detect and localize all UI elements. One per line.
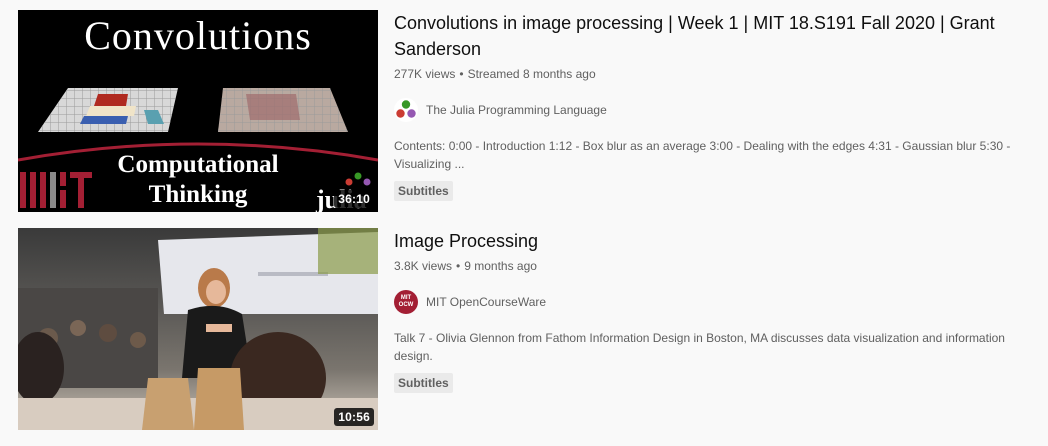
upload-age: 9 months ago xyxy=(464,259,537,273)
video-thumbnail[interactable]: Convolutions Computational Thinking 36:1… xyxy=(18,10,378,212)
channel-name: The Julia Programming Language xyxy=(426,103,607,117)
meta-separator: • xyxy=(459,67,464,81)
video-title-link[interactable]: Image Processing xyxy=(394,228,1048,254)
upload-age: Streamed 8 months ago xyxy=(467,67,596,81)
meta-separator: • xyxy=(456,259,461,273)
subtitles-badge: Subtitles xyxy=(394,373,453,393)
channel-link[interactable]: MIT OCW MIT OpenCourseWare xyxy=(394,290,1048,314)
channel-name: MIT OpenCourseWare xyxy=(426,295,547,309)
video-meta: 3.8K views • 9 months ago xyxy=(394,257,1048,275)
video-description: Contents: 0:00 - Introduction 1:12 - Box… xyxy=(394,139,1011,171)
video-meta: 277K views • Streamed 8 months ago xyxy=(394,65,1048,83)
channel-avatar xyxy=(394,98,418,122)
search-result-1: Convolutions Computational Thinking 36:1… xyxy=(18,10,1048,212)
video-info: Convolutions in image processing | Week … xyxy=(394,10,1048,201)
view-count: 3.8K views xyxy=(394,259,453,273)
thumbnail-photo xyxy=(18,228,378,430)
search-result-2: 10:56 Image Processing 3.8K views • 9 mont… xyxy=(18,228,1048,430)
duration-badge: 10:56 xyxy=(334,408,374,426)
ocw-avatar-logo: MIT OCW xyxy=(398,295,414,308)
subtitles-badge: Subtitles xyxy=(394,181,453,201)
view-count: 277K views xyxy=(394,67,456,81)
duration-badge: 36:10 xyxy=(334,190,374,208)
video-thumbnail[interactable]: 10:56 xyxy=(18,228,378,430)
channel-link[interactable]: The Julia Programming Language xyxy=(394,98,1048,122)
thumbnail-line2: Thinking xyxy=(148,181,248,208)
video-title-link[interactable]: Convolutions in image processing | Week … xyxy=(394,10,1048,62)
thumbnail-line1: Computational xyxy=(117,151,279,178)
channel-avatar: MIT OCW xyxy=(394,290,418,314)
video-description: Talk 7 - Olivia Glennon from Fathom Info… xyxy=(394,331,1005,363)
video-info: Image Processing 3.8K views • 9 months ago… xyxy=(394,228,1048,393)
julia-dots-icon xyxy=(396,100,416,118)
